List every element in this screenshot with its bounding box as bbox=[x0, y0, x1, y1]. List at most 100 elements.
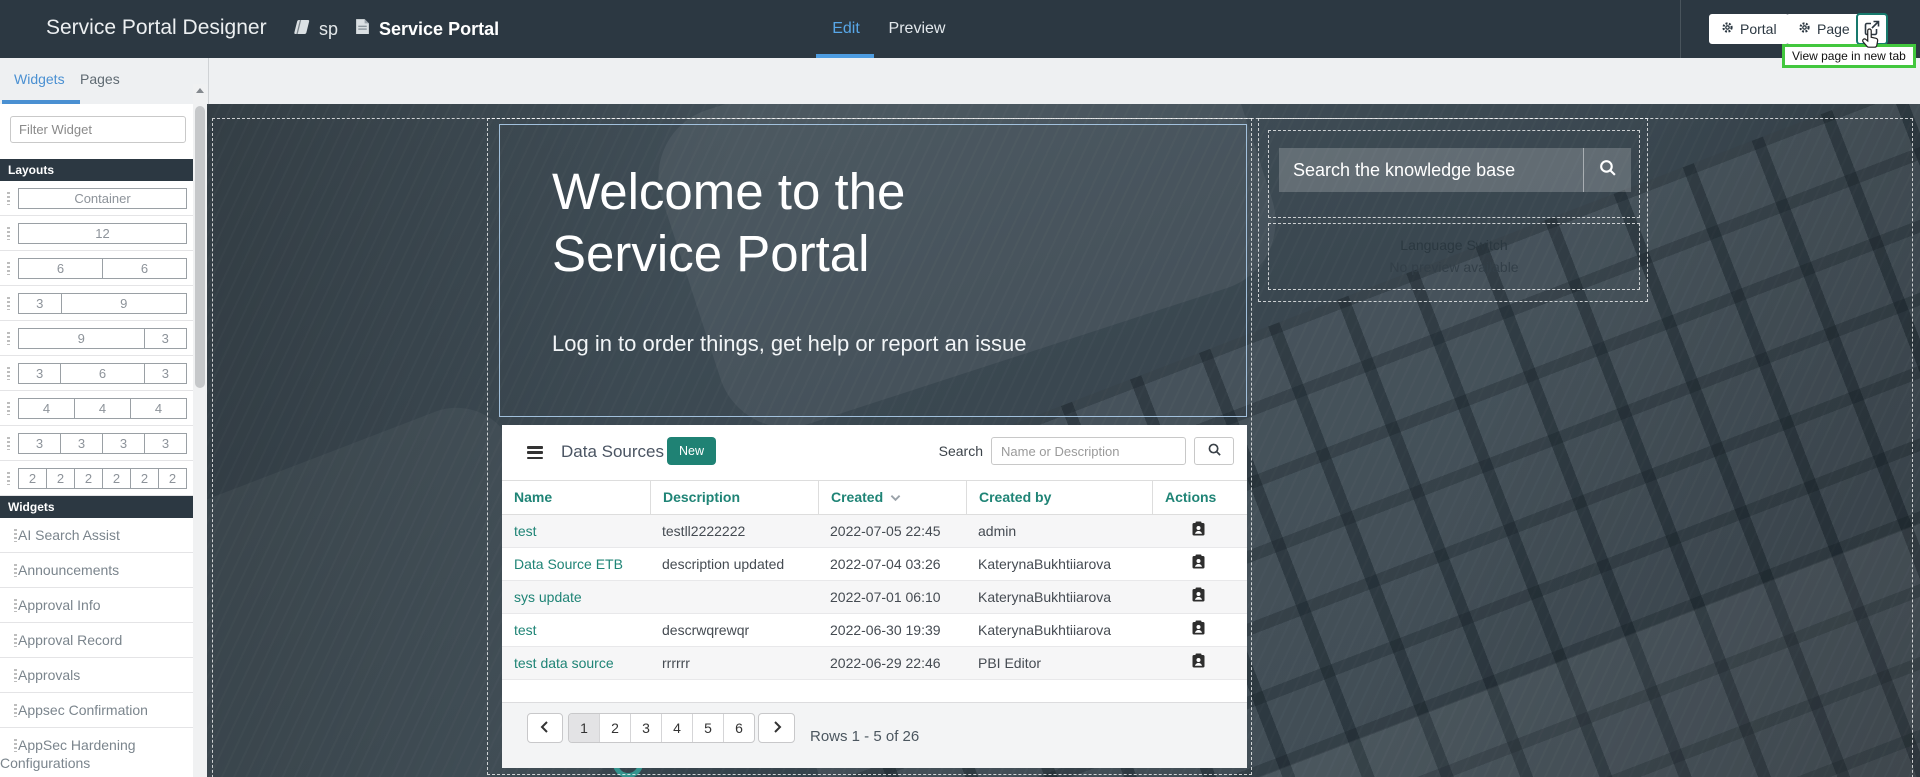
layout-cells: 66 bbox=[18, 258, 187, 279]
page-number-button[interactable]: 6 bbox=[723, 714, 754, 742]
widget-item[interactable]: Approval Info bbox=[0, 588, 193, 623]
drag-handle-icon[interactable] bbox=[14, 599, 17, 612]
widget-item-label: Appsec Confirmation bbox=[0, 701, 189, 719]
filter-widget-input[interactable] bbox=[10, 116, 186, 143]
kb-search-input[interactable]: Search the knowledge base bbox=[1279, 160, 1583, 181]
column-header-actions[interactable]: Actions bbox=[1152, 481, 1247, 514]
column-header-created[interactable]: Created bbox=[818, 481, 966, 514]
workflow-icon[interactable] bbox=[1192, 581, 1205, 613]
page-number-button[interactable]: 3 bbox=[630, 714, 661, 742]
layout-row[interactable]: 3333 bbox=[0, 426, 193, 461]
portal-name[interactable]: Service Portal bbox=[379, 19, 499, 40]
cell-name[interactable]: test bbox=[502, 614, 650, 646]
widget-item-label: AI Search Assist bbox=[0, 526, 189, 544]
layout-cells: 444 bbox=[18, 398, 187, 419]
layout-cell: 2 bbox=[18, 468, 47, 489]
widget-item[interactable]: Approvals bbox=[0, 658, 193, 693]
cell-name[interactable]: test bbox=[502, 515, 650, 547]
column-header-label: Created bbox=[831, 481, 883, 514]
language-widget-title: Language Switch bbox=[1269, 237, 1639, 253]
drag-handle-icon[interactable] bbox=[7, 297, 10, 310]
hero-title: Welcome to theService Portal bbox=[552, 161, 905, 285]
kb-search-widget[interactable]: Search the knowledge base bbox=[1268, 130, 1640, 218]
page-number-button[interactable]: 5 bbox=[692, 714, 723, 742]
widget-item[interactable]: Announcements bbox=[0, 553, 193, 588]
layout-cell: 12 bbox=[18, 223, 187, 244]
drag-handle-icon[interactable] bbox=[7, 332, 10, 345]
widget-item-label: AppSec Hardening Configurations bbox=[0, 736, 189, 772]
layout-row[interactable]: 222222 bbox=[0, 461, 193, 496]
table-row: sys update2022-07-01 06:10KaterynaBukhti… bbox=[502, 581, 1247, 614]
layout-row[interactable]: 12 bbox=[0, 216, 193, 251]
cell-name[interactable]: sys update bbox=[502, 581, 650, 613]
drag-handle-icon[interactable] bbox=[14, 529, 17, 542]
drag-handle-icon[interactable] bbox=[7, 472, 10, 485]
column-header-created-by[interactable]: Created by bbox=[966, 481, 1152, 514]
next-page-button[interactable] bbox=[758, 713, 795, 743]
cell-name[interactable]: test data source bbox=[502, 647, 650, 679]
layout-row[interactable]: Container bbox=[0, 181, 193, 216]
drag-handle-icon[interactable] bbox=[14, 739, 17, 752]
page-number-button[interactable]: 4 bbox=[661, 714, 692, 742]
cell-created_by: admin bbox=[966, 515, 1152, 547]
page-number-button[interactable]: 1 bbox=[569, 714, 599, 742]
layout-row[interactable]: 93 bbox=[0, 321, 193, 356]
page-button-label: Page bbox=[1817, 21, 1850, 37]
tooltip: View page in new tab bbox=[1782, 44, 1916, 68]
workflow-icon[interactable] bbox=[1192, 548, 1205, 580]
portal-code[interactable]: sp bbox=[319, 19, 338, 40]
widget-item[interactable]: AI Search Assist bbox=[0, 518, 193, 553]
previous-page-button[interactable] bbox=[527, 713, 563, 743]
widget-item-label: Approvals bbox=[0, 666, 189, 684]
workflow-icon[interactable] bbox=[1192, 515, 1205, 547]
layout-row[interactable]: 66 bbox=[0, 251, 193, 286]
tab-pages[interactable]: Pages bbox=[80, 71, 120, 87]
layout-cell: 6 bbox=[60, 363, 145, 384]
sort-descending-icon[interactable] bbox=[890, 481, 901, 514]
kb-search-button[interactable] bbox=[1584, 158, 1631, 182]
drag-handle-icon[interactable] bbox=[14, 669, 17, 682]
layout-cell: 4 bbox=[18, 398, 75, 419]
page-settings-button[interactable]: Page bbox=[1786, 14, 1862, 44]
widget-item[interactable]: Appsec Confirmation bbox=[0, 693, 193, 728]
tab-widgets[interactable]: Widgets bbox=[14, 71, 65, 87]
cell-name[interactable]: Data Source ETB bbox=[502, 548, 650, 580]
workflow-icon[interactable] bbox=[1192, 647, 1205, 679]
new-button[interactable]: New bbox=[667, 437, 716, 465]
drag-handle-icon[interactable] bbox=[7, 227, 10, 240]
sidebar-scrollbar[interactable] bbox=[193, 84, 207, 777]
tab-edit[interactable]: Edit bbox=[820, 0, 872, 58]
hero-widget[interactable]: Welcome to theService Portal Log in to o… bbox=[499, 124, 1247, 417]
layout-row[interactable]: 363 bbox=[0, 356, 193, 391]
widget-item[interactable]: Approval Record bbox=[0, 623, 193, 658]
drag-handle-icon[interactable] bbox=[14, 704, 17, 717]
layout-cell: 3 bbox=[18, 433, 61, 454]
tab-preview[interactable]: Preview bbox=[884, 0, 950, 58]
search-icon bbox=[1207, 442, 1222, 460]
scroll-up-icon[interactable] bbox=[196, 88, 204, 93]
layout-row[interactable]: 444 bbox=[0, 391, 193, 426]
widget-item[interactable]: AppSec Hardening Configurations bbox=[0, 728, 193, 777]
language-switch-widget[interactable]: Language Switch No preview available bbox=[1268, 223, 1640, 290]
cell-created_by: PBI Editor bbox=[966, 647, 1152, 679]
drag-handle-icon[interactable] bbox=[7, 192, 10, 205]
drag-handle-icon[interactable] bbox=[7, 402, 10, 415]
portal-settings-button[interactable]: Portal bbox=[1709, 14, 1789, 44]
table-search-input[interactable] bbox=[991, 437, 1186, 465]
drag-handle-icon[interactable] bbox=[14, 564, 17, 577]
kb-search-bar[interactable]: Search the knowledge base bbox=[1279, 148, 1631, 192]
table-search-button[interactable] bbox=[1194, 437, 1234, 465]
column-header-description[interactable]: Description bbox=[650, 481, 818, 514]
drag-handle-icon[interactable] bbox=[7, 262, 10, 275]
scrollbar-thumb[interactable] bbox=[195, 106, 205, 388]
cell-description: descrwqrewqr bbox=[650, 614, 818, 646]
workflow-icon[interactable] bbox=[1192, 614, 1205, 646]
column-header-name[interactable]: Name bbox=[502, 481, 650, 514]
hamburger-icon[interactable] bbox=[527, 446, 543, 462]
page-number-button[interactable]: 2 bbox=[599, 714, 630, 742]
drag-handle-icon[interactable] bbox=[7, 367, 10, 380]
data-sources-widget[interactable]: Data Sources New Search NameDescriptionC… bbox=[502, 425, 1247, 768]
drag-handle-icon[interactable] bbox=[7, 437, 10, 450]
drag-handle-icon[interactable] bbox=[14, 634, 17, 647]
layout-row[interactable]: 39 bbox=[0, 286, 193, 321]
